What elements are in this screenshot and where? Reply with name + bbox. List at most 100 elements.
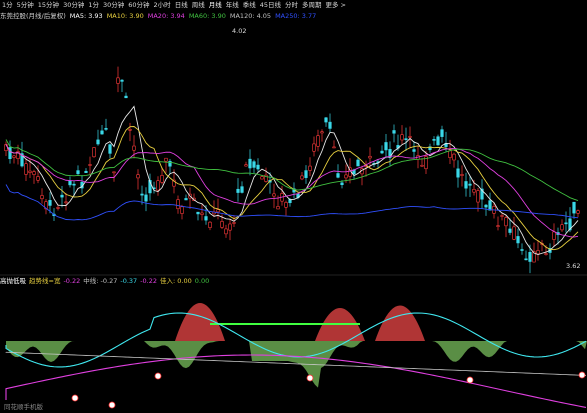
candle-body xyxy=(336,173,340,178)
candle-body xyxy=(140,193,144,196)
candle-body xyxy=(32,171,36,175)
candle-body xyxy=(520,249,524,251)
candle-body xyxy=(144,194,148,202)
candle-body xyxy=(440,129,444,137)
candle-body xyxy=(332,146,336,149)
candle-body xyxy=(224,228,228,235)
candle-body xyxy=(40,195,44,200)
candle-body xyxy=(448,150,452,158)
chart-canvas[interactable]: 4.02 3.62 xyxy=(0,0,587,413)
candle-body xyxy=(484,204,488,208)
candle-body xyxy=(560,224,564,231)
candle-body xyxy=(64,201,68,204)
candle-body xyxy=(320,131,324,134)
candle-body xyxy=(88,164,92,166)
green-area xyxy=(6,341,587,388)
magenta-line xyxy=(5,354,587,408)
candle-body xyxy=(312,143,316,152)
candle-body xyxy=(536,250,540,255)
high-price-label: 4.02 xyxy=(232,27,246,35)
candle-body xyxy=(516,236,520,244)
candle-body xyxy=(576,210,580,214)
candle-body xyxy=(528,252,532,262)
candle-body xyxy=(512,226,516,240)
candle-body xyxy=(436,136,440,146)
candle-body xyxy=(300,175,304,180)
candle-body xyxy=(284,202,288,208)
low-price-label: 3.62 xyxy=(566,262,580,270)
ma10-line xyxy=(5,126,579,251)
candle-body xyxy=(412,149,416,152)
candle-body xyxy=(208,221,212,228)
candle-body xyxy=(132,145,136,151)
candle-body xyxy=(400,134,404,141)
candle-body xyxy=(572,201,576,214)
red-area xyxy=(175,303,225,341)
candle-body xyxy=(68,180,72,186)
candle-body xyxy=(196,211,200,215)
signal-marker xyxy=(578,371,586,379)
candle-body xyxy=(12,155,16,158)
candle-body xyxy=(500,215,504,217)
candle-body xyxy=(272,193,276,197)
candle-body xyxy=(240,186,244,193)
candle-body xyxy=(488,200,492,211)
candle-body xyxy=(48,200,52,206)
signal-marker xyxy=(71,394,79,402)
candle-body xyxy=(112,171,116,174)
candle-body xyxy=(120,79,124,82)
candle-body xyxy=(468,183,472,186)
candle-body xyxy=(164,157,168,162)
candle-body xyxy=(92,147,96,158)
candle-body xyxy=(456,168,460,178)
candle-body xyxy=(56,207,60,209)
candle-body xyxy=(324,117,328,123)
candle-body xyxy=(232,222,236,224)
candle-body xyxy=(460,174,464,176)
candle-body xyxy=(136,174,140,179)
candle-body xyxy=(160,175,164,183)
ma5-line xyxy=(5,105,579,256)
footer-watermark: 同花顺手机版 xyxy=(4,403,43,411)
signal-marker xyxy=(466,376,474,384)
candle-body xyxy=(100,130,104,135)
candle-body xyxy=(404,138,408,140)
candle-body xyxy=(496,225,500,227)
candle-body xyxy=(328,121,332,129)
candle-body xyxy=(84,170,88,173)
candle-body xyxy=(28,170,32,173)
candle-body xyxy=(304,170,308,178)
candle-body xyxy=(248,158,252,169)
candle-body xyxy=(420,164,424,167)
signal-marker xyxy=(154,372,162,380)
candle-body xyxy=(476,190,480,203)
candle-body xyxy=(96,139,100,145)
candle-body xyxy=(392,130,396,134)
candle-body xyxy=(564,222,568,225)
candle-body xyxy=(124,95,128,99)
candle-body xyxy=(464,181,468,189)
candle-body xyxy=(180,206,184,214)
candle-body xyxy=(276,206,280,210)
candle-body xyxy=(260,176,264,180)
candle-body xyxy=(156,180,160,191)
candle-body xyxy=(116,77,120,84)
candle-body xyxy=(256,164,260,170)
candle-body xyxy=(384,142,388,151)
candle-body xyxy=(216,209,220,213)
candle-body xyxy=(128,129,132,131)
candle-body xyxy=(60,194,64,198)
candle-body xyxy=(552,231,556,240)
candle-body xyxy=(316,135,320,147)
candle-body xyxy=(184,198,188,201)
candle-body xyxy=(108,144,112,154)
candle-body xyxy=(244,164,248,167)
candle-body xyxy=(236,188,240,193)
candle-body xyxy=(344,174,348,179)
red-area xyxy=(375,305,425,341)
candle-body xyxy=(252,161,256,168)
candle-body xyxy=(380,150,384,154)
candle-body xyxy=(204,216,208,221)
candle-body xyxy=(36,176,40,181)
candle-body xyxy=(72,183,76,186)
